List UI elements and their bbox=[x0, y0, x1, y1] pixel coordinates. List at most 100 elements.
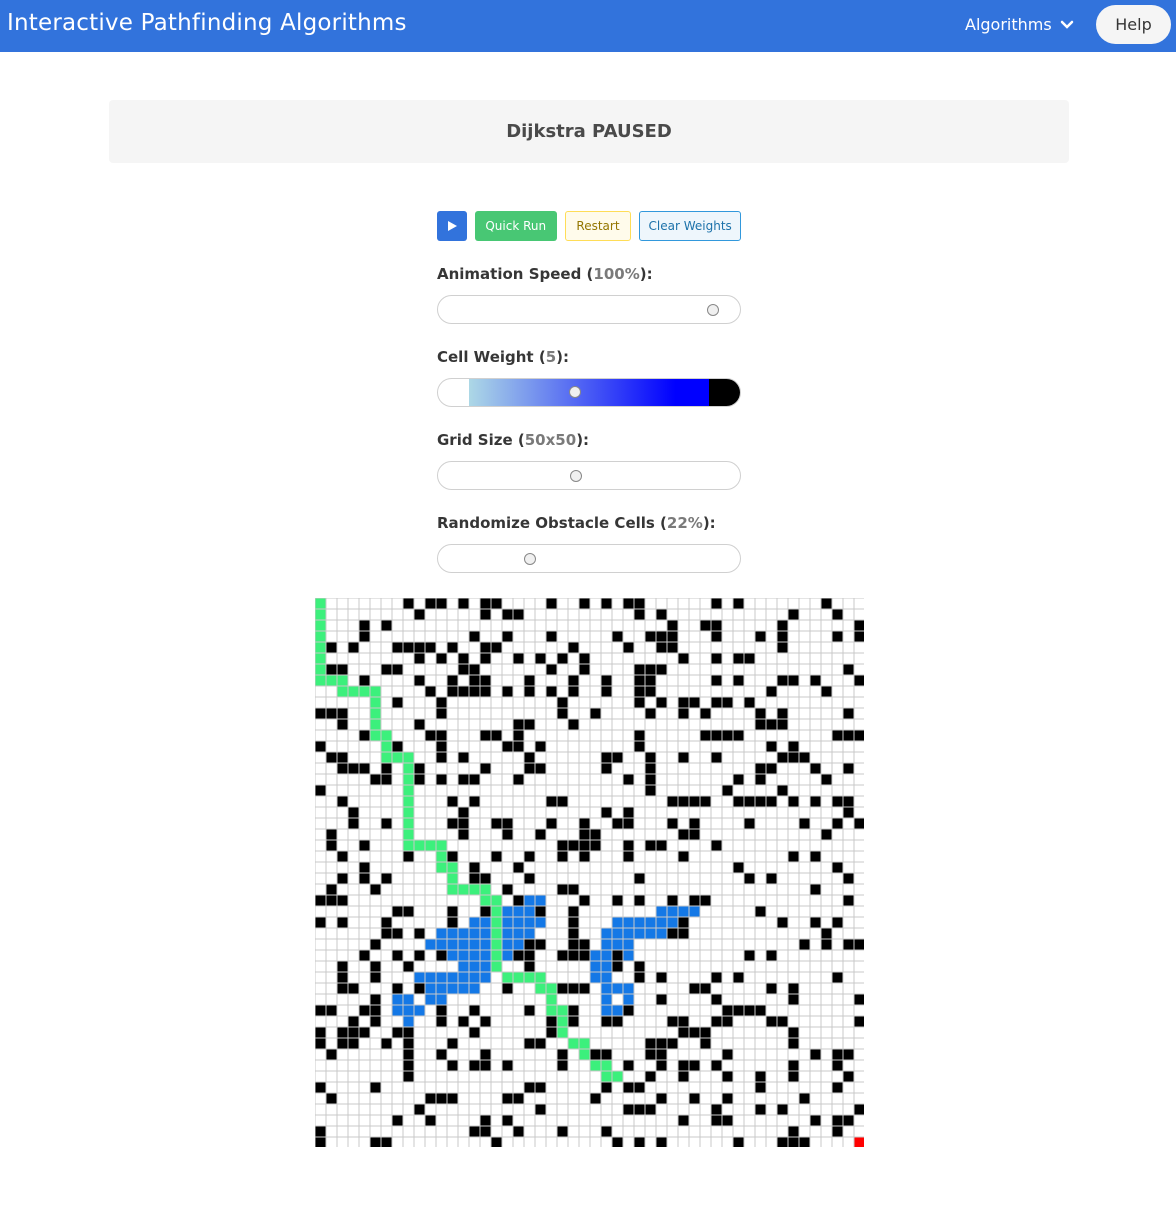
grid-cell[interactable] bbox=[479, 740, 492, 753]
grid-cell[interactable] bbox=[820, 1004, 833, 1017]
wall-cell[interactable] bbox=[754, 1070, 767, 1083]
grid-cell[interactable] bbox=[578, 1070, 591, 1083]
wall-cell[interactable] bbox=[655, 839, 668, 852]
grid-cell[interactable] bbox=[391, 630, 404, 643]
grid-cell[interactable] bbox=[699, 751, 712, 764]
grid-cell[interactable] bbox=[765, 751, 778, 764]
grid-cell[interactable] bbox=[622, 608, 635, 621]
grid-cell[interactable] bbox=[402, 1081, 415, 1094]
grid-cell[interactable] bbox=[721, 905, 734, 918]
wall-cell[interactable] bbox=[556, 850, 569, 863]
grid-cell[interactable] bbox=[435, 762, 448, 775]
grid-cell[interactable] bbox=[787, 729, 800, 742]
grid-cell[interactable] bbox=[611, 1103, 624, 1116]
wall-cell[interactable] bbox=[523, 960, 536, 973]
grid-cell[interactable] bbox=[369, 1048, 382, 1061]
grid-cell[interactable] bbox=[567, 960, 580, 973]
grid-cell[interactable] bbox=[391, 608, 404, 621]
wall-cell[interactable] bbox=[358, 861, 371, 874]
wall-cell[interactable] bbox=[402, 1037, 415, 1050]
grid-cell[interactable] bbox=[523, 630, 536, 643]
wall-cell[interactable] bbox=[578, 982, 591, 995]
grid-cell[interactable] bbox=[578, 1114, 591, 1127]
wall-cell[interactable] bbox=[611, 1136, 624, 1147]
grid-cell[interactable] bbox=[666, 762, 679, 775]
wall-cell[interactable] bbox=[446, 916, 459, 929]
grid-cell[interactable] bbox=[534, 1048, 547, 1061]
grid-cell[interactable] bbox=[336, 1081, 349, 1094]
grid-cell[interactable] bbox=[820, 1081, 833, 1094]
grid-cell[interactable] bbox=[831, 1103, 844, 1116]
wall-cell[interactable] bbox=[479, 1059, 492, 1072]
grid-cell[interactable] bbox=[688, 685, 701, 698]
grid-cell[interactable] bbox=[853, 696, 864, 709]
wall-cell[interactable] bbox=[490, 817, 503, 830]
grid-cell[interactable] bbox=[380, 971, 393, 984]
grid-cell[interactable] bbox=[545, 1136, 558, 1147]
wall-cell[interactable] bbox=[633, 598, 646, 610]
grid-cell[interactable] bbox=[347, 971, 360, 984]
grid-cell[interactable] bbox=[413, 1026, 426, 1039]
wall-cell[interactable] bbox=[413, 641, 426, 654]
grid-cell[interactable] bbox=[600, 861, 613, 874]
grid-cell[interactable] bbox=[743, 1125, 756, 1138]
grid-cell[interactable] bbox=[655, 795, 668, 808]
grid-cell[interactable] bbox=[501, 762, 514, 775]
grid-cell[interactable] bbox=[688, 806, 701, 819]
grid-cell[interactable] bbox=[589, 795, 602, 808]
grid-cell[interactable] bbox=[787, 773, 800, 786]
grid-cell[interactable] bbox=[545, 619, 558, 632]
visited-cell[interactable] bbox=[413, 971, 426, 984]
grid-cell[interactable] bbox=[831, 883, 844, 896]
grid-cell[interactable] bbox=[336, 652, 349, 665]
grid-cell[interactable] bbox=[578, 729, 591, 742]
grid-cell[interactable] bbox=[578, 872, 591, 885]
grid-cell[interactable] bbox=[677, 598, 690, 610]
grid-cell[interactable] bbox=[380, 1114, 393, 1127]
grid-cell[interactable] bbox=[567, 1026, 580, 1039]
visited-cell[interactable] bbox=[611, 938, 624, 951]
wall-cell[interactable] bbox=[633, 663, 646, 676]
grid-cell[interactable] bbox=[589, 608, 602, 621]
visited-cell[interactable] bbox=[589, 949, 602, 962]
wall-cell[interactable] bbox=[798, 1092, 811, 1105]
grid-cell[interactable] bbox=[809, 839, 822, 852]
grid-cell[interactable] bbox=[600, 883, 613, 896]
grid-cell[interactable] bbox=[820, 883, 833, 896]
grid-cell[interactable] bbox=[831, 982, 844, 995]
wall-cell[interactable] bbox=[413, 762, 426, 775]
wall-cell[interactable] bbox=[589, 1092, 602, 1105]
wall-cell[interactable] bbox=[633, 674, 646, 687]
wall-cell[interactable] bbox=[380, 916, 393, 929]
grid-cell[interactable] bbox=[315, 1059, 327, 1072]
grid-cell[interactable] bbox=[523, 1048, 536, 1061]
grid-cell[interactable] bbox=[754, 971, 767, 984]
grid-cell[interactable] bbox=[765, 729, 778, 742]
wall-cell[interactable] bbox=[347, 817, 360, 830]
grid-cell[interactable] bbox=[787, 630, 800, 643]
grid-cell[interactable] bbox=[413, 883, 426, 896]
grid-cell[interactable] bbox=[765, 916, 778, 929]
grid-cell[interactable] bbox=[325, 817, 338, 830]
grid-cell[interactable] bbox=[534, 630, 547, 643]
path-cell[interactable] bbox=[380, 751, 393, 764]
grid-cell[interactable] bbox=[457, 718, 470, 731]
path-cell[interactable] bbox=[369, 696, 382, 709]
path-cell[interactable] bbox=[380, 729, 393, 742]
grid-cell[interactable] bbox=[732, 641, 745, 654]
grid-cell[interactable] bbox=[490, 674, 503, 687]
grid-cell[interactable] bbox=[589, 751, 602, 764]
wall-cell[interactable] bbox=[336, 751, 349, 764]
wall-cell[interactable] bbox=[688, 1026, 701, 1039]
grid-cell[interactable] bbox=[446, 1048, 459, 1061]
grid-cell[interactable] bbox=[490, 861, 503, 874]
grid-cell[interactable] bbox=[600, 916, 613, 929]
clear-weights-button[interactable]: Clear Weights bbox=[639, 211, 741, 241]
grid-cell[interactable] bbox=[567, 894, 580, 907]
grid-cell[interactable] bbox=[644, 718, 657, 731]
path-cell[interactable] bbox=[556, 1026, 569, 1039]
grid-cell[interactable] bbox=[644, 993, 657, 1006]
grid-cell[interactable] bbox=[545, 674, 558, 687]
wall-cell[interactable] bbox=[501, 982, 514, 995]
grid-cell[interactable] bbox=[666, 685, 679, 698]
